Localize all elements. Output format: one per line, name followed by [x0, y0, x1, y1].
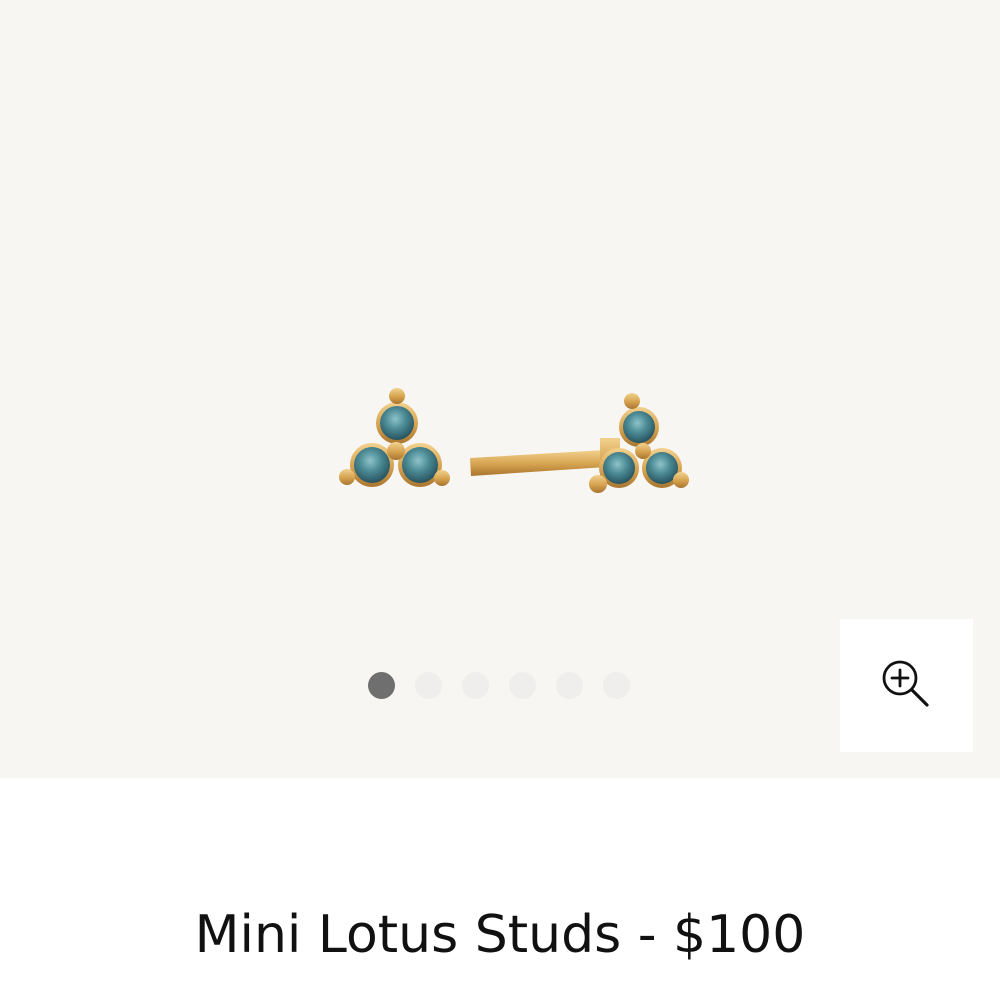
carousel-dot-3[interactable] [462, 672, 489, 699]
carousel-dot-4[interactable] [509, 672, 536, 699]
product-info [0, 778, 1000, 1000]
carousel-dot-2[interactable] [415, 672, 442, 699]
product-price: $100 [673, 905, 806, 965]
carousel-dot-1[interactable] [368, 672, 395, 699]
title-separator: - [637, 905, 657, 965]
carousel-dot-6[interactable] [603, 672, 630, 699]
carousel-pagination [368, 672, 630, 699]
zoom-in-icon [882, 660, 929, 707]
carousel-dot-5[interactable] [556, 672, 583, 699]
left-earring [339, 388, 450, 487]
right-earring [470, 393, 689, 493]
zoom-button[interactable] [840, 619, 973, 752]
product-title-price: Mini Lotus Studs - $100 [0, 905, 1000, 965]
product-name: Mini Lotus Studs [194, 905, 622, 965]
product-image-gallery[interactable] [0, 0, 1000, 778]
